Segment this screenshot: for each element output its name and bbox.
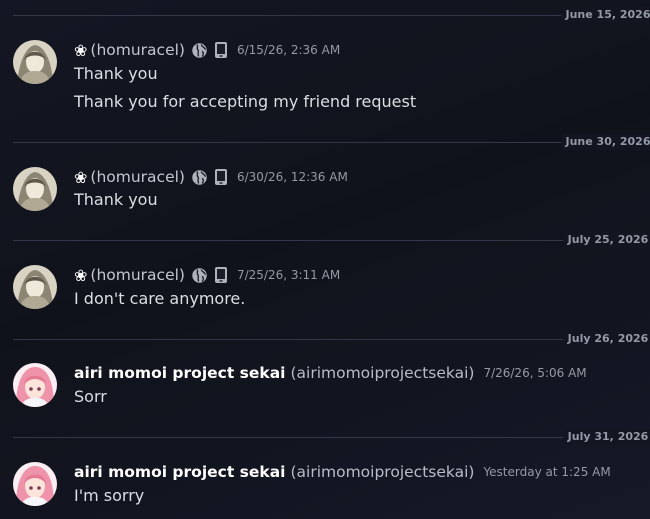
author-username[interactable]: (airimomoiprojectsekai) [290, 364, 474, 382]
mobile-phone-icon [214, 266, 228, 284]
date-divider: June 30, 2026 [13, 134, 650, 150]
avatar-airi[interactable] [13, 363, 57, 407]
message-timestamp[interactable]: Yesterday at 1:25 AM [483, 465, 610, 479]
mobile-phone-icon [214, 41, 228, 59]
avatar-homuracel[interactable] [13, 167, 57, 211]
message-text: Thank you [74, 64, 158, 83]
date-divider: June 15, 2026 [13, 7, 650, 23]
mobile-phone-icon [214, 168, 228, 186]
author-flower[interactable]: ❀ [74, 266, 87, 285]
message-text: Thank you [74, 190, 158, 209]
message-header: ❀ (homuracel) 6/30/26, 12:36 AM [74, 167, 348, 187]
message-text: Thank you for accepting my friend reques… [74, 92, 417, 111]
author-username[interactable]: (airimomoiprojectsekai) [290, 463, 474, 481]
author-username[interactable]: (homuracel) [90, 41, 185, 59]
author-display-name[interactable]: airi momoi project sekai [74, 463, 285, 481]
globe-icon [191, 169, 208, 186]
globe-icon [191, 267, 208, 284]
divider-line [13, 437, 650, 438]
date-divider: July 31, 2026 [13, 429, 650, 445]
avatar-airi[interactable] [13, 462, 57, 506]
message-header: airi momoi project sekai (airimomoiproje… [74, 462, 611, 482]
divider-date: July 26, 2026 [563, 331, 650, 347]
divider-line [13, 15, 650, 16]
date-divider: July 25, 2026 [13, 232, 650, 248]
author-username[interactable]: (homuracel) [90, 168, 185, 186]
message-timestamp[interactable]: 6/30/26, 12:36 AM [237, 170, 348, 184]
divider-line [13, 142, 650, 143]
divider-line [13, 339, 650, 340]
author-display-name[interactable]: airi momoi project sekai [74, 364, 285, 382]
message-header: airi momoi project sekai (airimomoiproje… [74, 363, 587, 383]
author-flower[interactable]: ❀ [74, 168, 87, 187]
divider-line [13, 240, 650, 241]
avatar-homuracel[interactable] [13, 40, 57, 84]
message-timestamp[interactable]: 7/25/26, 3:11 AM [237, 268, 340, 282]
avatar-homuracel[interactable] [13, 265, 57, 309]
message-timestamp[interactable]: 7/26/26, 5:06 AM [483, 366, 586, 380]
author-flower[interactable]: ❀ [74, 41, 87, 60]
message-text: I'm sorry [74, 486, 145, 505]
message-text: I don't care anymore. [74, 289, 246, 308]
date-divider: July 26, 2026 [13, 331, 650, 347]
divider-date: June 30, 2026 [561, 134, 650, 150]
divider-date: July 25, 2026 [563, 232, 650, 248]
divider-date: June 15, 2026 [561, 7, 650, 23]
message-header: ❀ (homuracel) 7/25/26, 3:11 AM [74, 265, 340, 285]
author-username[interactable]: (homuracel) [90, 266, 185, 284]
message-timestamp[interactable]: 6/15/26, 2:36 AM [237, 43, 340, 57]
message-header: ❀ (homuracel) 6/15/26, 2:36 AM [74, 40, 340, 60]
globe-icon [191, 42, 208, 59]
divider-date: July 31, 2026 [563, 429, 650, 445]
message-text: Sorr [74, 387, 107, 406]
